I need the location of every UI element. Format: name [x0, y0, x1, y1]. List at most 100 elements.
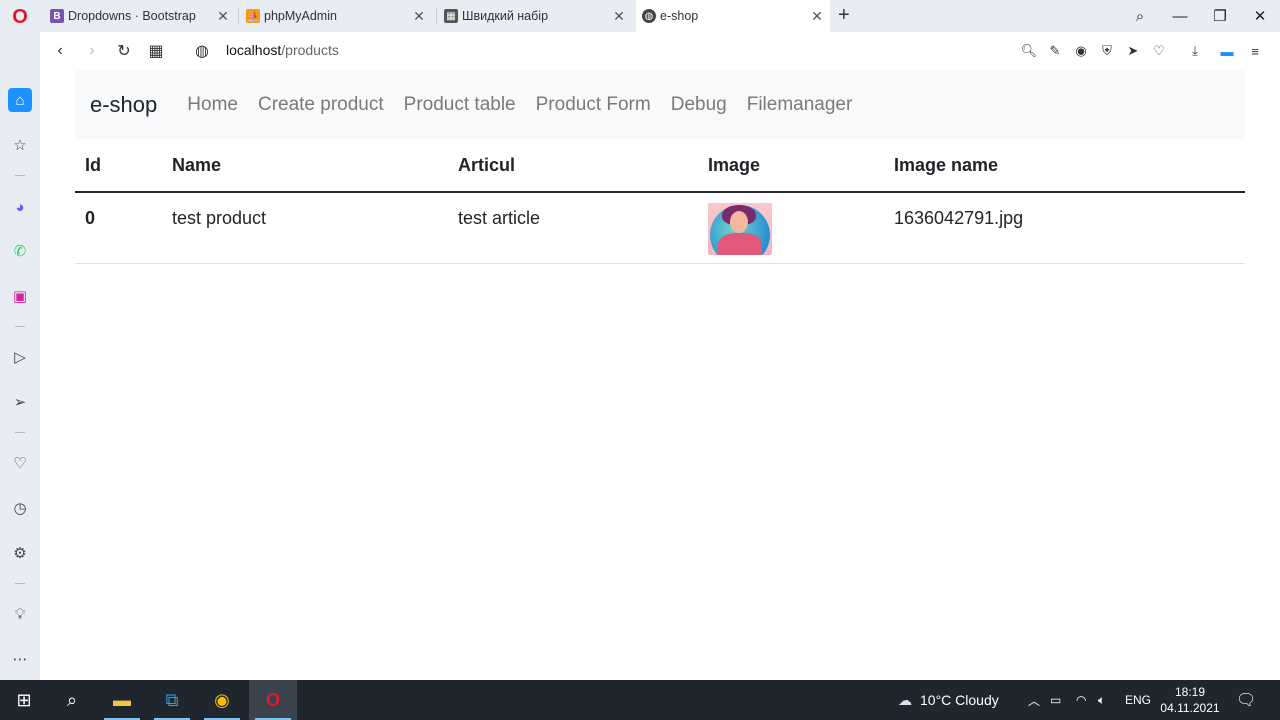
volume-icon[interactable]: 🔈︎: [1098, 680, 1105, 720]
close-tab-icon[interactable]: ✕: [216, 8, 230, 25]
restore-icon[interactable]: ❐: [1200, 0, 1240, 32]
instagram-icon[interactable]: ▣: [8, 284, 32, 308]
speed-dial-icon: ▦: [444, 9, 458, 23]
send-icon[interactable]: ➤: [1124, 42, 1142, 60]
language-indicator[interactable]: ENG: [1125, 680, 1151, 720]
weather-widget[interactable]: ☁ 10°C Cloudy: [898, 680, 999, 720]
easy-setup-icon[interactable]: ≡: [1246, 42, 1264, 60]
bookmarks-heart-icon[interactable]: ♡: [8, 451, 32, 475]
page-content: e-shop Home Create product Product table…: [40, 70, 1280, 680]
column-header-image-name: Image name: [884, 139, 1245, 193]
search-icon[interactable]: ⌕: [48, 680, 96, 720]
cloud-icon: ☁: [898, 691, 912, 708]
windows-taskbar: ⊞ ⌕ ▬ ⧉ ◉ O ☁ 10°C Cloudy ︿ ▭ ◠ 🔈︎ ENG 1…: [0, 680, 1280, 720]
site-info-globe-icon[interactable]: ◍: [192, 41, 212, 61]
weather-text: 10°C Cloudy: [920, 692, 999, 708]
adblock-shield-icon[interactable]: ⛨: [1098, 42, 1116, 60]
table-header-row: Id Name Articul Image Image name: [75, 139, 1245, 193]
battery-saver-icon[interactable]: ▬: [1218, 42, 1236, 60]
tab-title: phpMyAdmin: [264, 9, 337, 23]
forward-icon[interactable]: ›: [82, 41, 102, 61]
opera-taskbar-icon[interactable]: O: [249, 680, 297, 720]
bootstrap-icon: B: [50, 9, 64, 23]
sidebar-divider: [15, 583, 25, 584]
file-explorer-icon[interactable]: ▬: [98, 680, 146, 720]
cell-image: [698, 192, 884, 264]
history-clock-icon[interactable]: ◷: [8, 496, 32, 520]
tab-divider: [436, 8, 437, 24]
url-host: localhost: [226, 42, 282, 58]
sidebar-divider: [15, 326, 25, 327]
column-header-image: Image: [698, 139, 884, 193]
nav-link-product-table[interactable]: Product table: [404, 94, 516, 116]
address-bar: ‹ › ↻ ▦ ◍ localhost/products 🔍︎ ✎ ◉ ⛨ ➤ …: [40, 32, 1280, 70]
products-table: Id Name Articul Image Image name 0 test …: [75, 139, 1245, 264]
tab-bootstrap[interactable]: B Dropdowns · Bootstrap ✕: [44, 0, 236, 32]
globe-icon: ◍: [642, 9, 656, 23]
show-hidden-icons-icon[interactable]: ︿: [1028, 680, 1040, 720]
windows-start-icon[interactable]: ⊞: [0, 680, 48, 720]
column-header-name: Name: [162, 139, 448, 193]
flow-send-icon[interactable]: ➢: [8, 390, 32, 414]
heart-icon[interactable]: ♡: [1150, 42, 1168, 60]
settings-gear-icon[interactable]: ⚙: [8, 541, 32, 565]
tab-grid-icon[interactable]: ▦: [146, 41, 166, 61]
sidebar-divider: [15, 175, 25, 176]
new-tab-icon[interactable]: +: [838, 4, 850, 27]
snapshot-camera-icon[interactable]: ◉: [1072, 42, 1090, 60]
nav-link-home[interactable]: Home: [187, 94, 238, 116]
tab-phpmyadmin[interactable]: ⛵ phpMyAdmin ✕: [240, 0, 432, 32]
tab-divider: [238, 8, 239, 24]
star-icon[interactable]: ☆: [8, 133, 32, 157]
vscode-icon[interactable]: ⧉: [148, 680, 196, 720]
nav-link-filemanager[interactable]: Filemanager: [747, 94, 853, 116]
close-tab-icon[interactable]: ✕: [412, 8, 426, 25]
opera-menu-icon[interactable]: O: [8, 6, 32, 28]
product-thumbnail-image: [708, 203, 772, 255]
messenger-icon[interactable]: ◕: [8, 195, 32, 219]
site-navbar: e-shop Home Create product Product table…: [75, 70, 1245, 139]
nav-link-product-form[interactable]: Product Form: [536, 94, 651, 116]
edit-icon[interactable]: ✎: [1046, 42, 1064, 60]
column-header-id: Id: [75, 139, 162, 193]
url-path: /products: [281, 42, 339, 58]
cell-image-name: 1636042791.jpg: [884, 192, 1245, 264]
tab-title: Швидкий набір: [462, 9, 549, 23]
zoom-icon[interactable]: 🔍︎: [1020, 42, 1038, 60]
clock-time: 18:19: [1174, 685, 1206, 699]
close-tab-icon[interactable]: ✕: [612, 8, 626, 25]
cell-id: 0: [75, 192, 162, 264]
download-icon[interactable]: ⤓: [1186, 42, 1204, 60]
reload-icon[interactable]: ↻: [114, 41, 134, 61]
nav-link-debug[interactable]: Debug: [671, 94, 727, 116]
table-row: 0 test product test article 1636042791.j…: [75, 192, 1245, 264]
whatsapp-icon[interactable]: ✆: [8, 239, 32, 263]
home-icon[interactable]: ⌂: [8, 88, 32, 112]
back-icon[interactable]: ‹: [50, 41, 70, 61]
nav-link-create-product[interactable]: Create product: [258, 94, 384, 116]
cell-name: test product: [162, 192, 448, 264]
opera-sidebar: ⌂ ☆ ◕ ✆ ▣ ▷ ➢ ♡ ◷ ⚙ 💡︎ ⋯: [0, 32, 40, 680]
minimize-icon[interactable]: —: [1160, 0, 1200, 32]
tab-title: e-shop: [660, 9, 699, 23]
navbar-brand[interactable]: e-shop: [90, 92, 157, 118]
browser-tab-bar: O B Dropdowns · Bootstrap ✕ ⛵ phpMyAdmin…: [0, 0, 1280, 32]
phpmyadmin-icon: ⛵: [246, 9, 260, 23]
tab-title: Dropdowns · Bootstrap: [68, 9, 196, 23]
notifications-icon[interactable]: 🗨︎: [1236, 680, 1256, 720]
battery-icon[interactable]: ▭: [1050, 680, 1061, 720]
more-icon[interactable]: ⋯: [8, 647, 32, 671]
search-tabs-icon[interactable]: ⌕: [1120, 0, 1160, 32]
player-icon[interactable]: ▷: [8, 345, 32, 369]
close-window-icon[interactable]: ✕: [1240, 0, 1280, 32]
clock-date: 04.11.2021: [1160, 701, 1220, 715]
clock[interactable]: 18:19 04.11.2021: [1158, 684, 1222, 716]
tips-lightbulb-icon[interactable]: 💡︎: [8, 602, 32, 626]
chrome-icon[interactable]: ◉: [198, 680, 246, 720]
tab-eshop[interactable]: ◍ e-shop ✕: [636, 0, 830, 32]
tab-speed-dial[interactable]: ▦ Швидкий набір ✕: [438, 0, 632, 32]
wifi-icon[interactable]: ◠: [1076, 680, 1086, 720]
url-field[interactable]: localhost/products: [226, 42, 339, 58]
cell-articul: test article: [448, 192, 698, 264]
close-tab-icon[interactable]: ✕: [810, 8, 824, 25]
